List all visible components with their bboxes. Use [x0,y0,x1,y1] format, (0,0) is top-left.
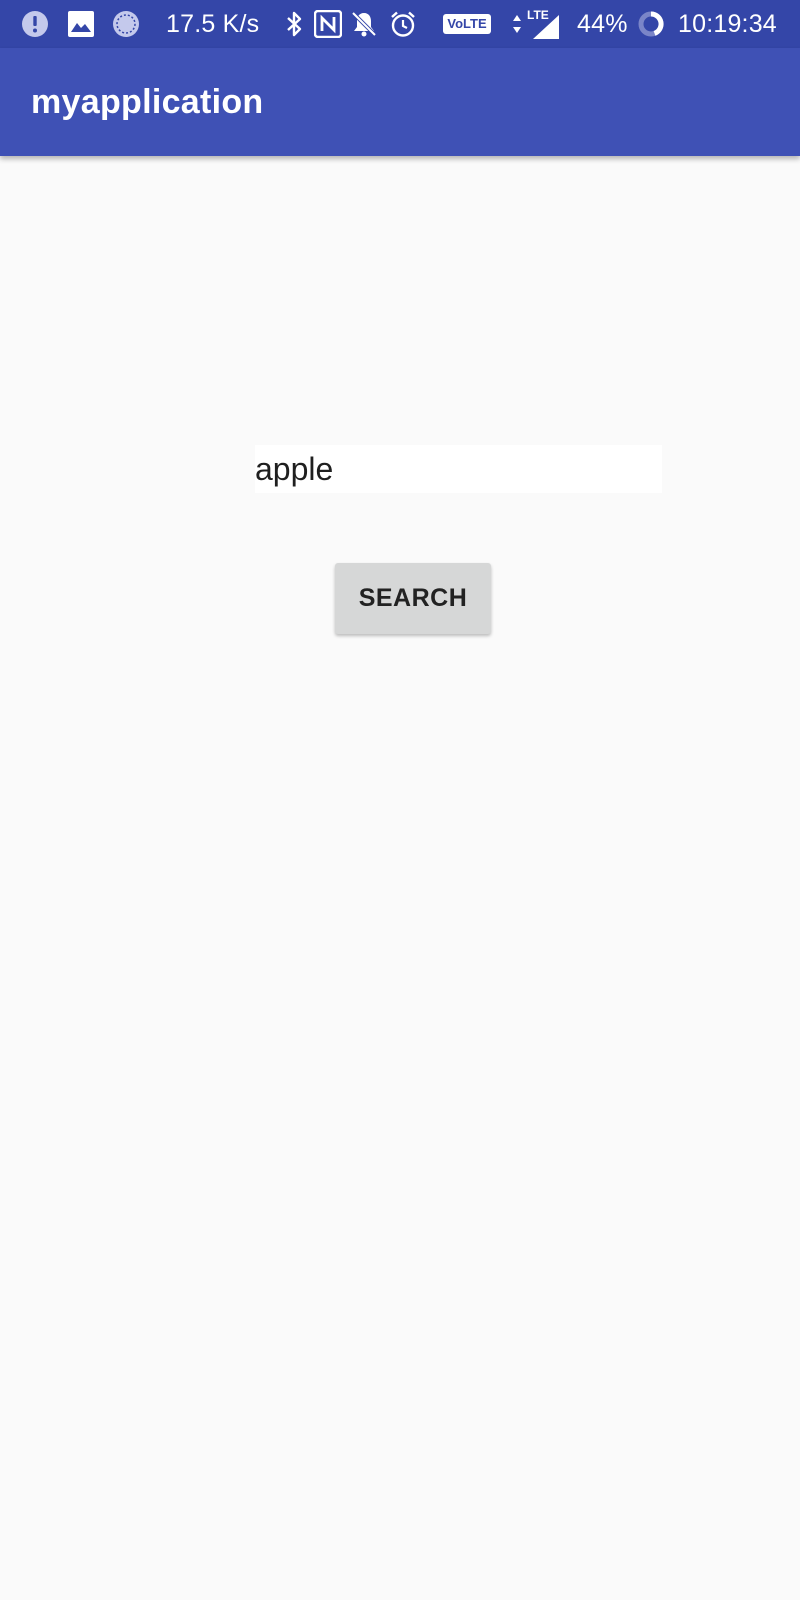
volte-icon: VoLTE [440,0,494,48]
search-input[interactable] [255,445,662,493]
app-title: myapplication [31,83,264,121]
notifications-off-icon [350,0,378,48]
bluetooth-icon [282,0,306,48]
main-content: SEARCH [0,156,800,1600]
status-time: 10:19:34 [678,10,777,38]
battery-ring-icon [636,0,666,48]
alert-icon [20,0,50,48]
nfc-icon [313,0,343,48]
lte-label: LTE [527,8,549,22]
battery-percent: 44% [577,10,628,38]
app-bar: myapplication [0,48,800,156]
volte-badge: VoLTE [443,14,491,34]
data-arrows-icon [511,0,523,48]
image-icon [67,0,95,48]
network-speed: 17.5 K/s [166,10,260,38]
status-bar: 17.5 K/s VoLTE LTE 44% 10:19:34 [0,0,800,48]
sync-icon [111,0,141,48]
alarm-icon [388,0,418,48]
search-button[interactable]: SEARCH [335,563,491,634]
